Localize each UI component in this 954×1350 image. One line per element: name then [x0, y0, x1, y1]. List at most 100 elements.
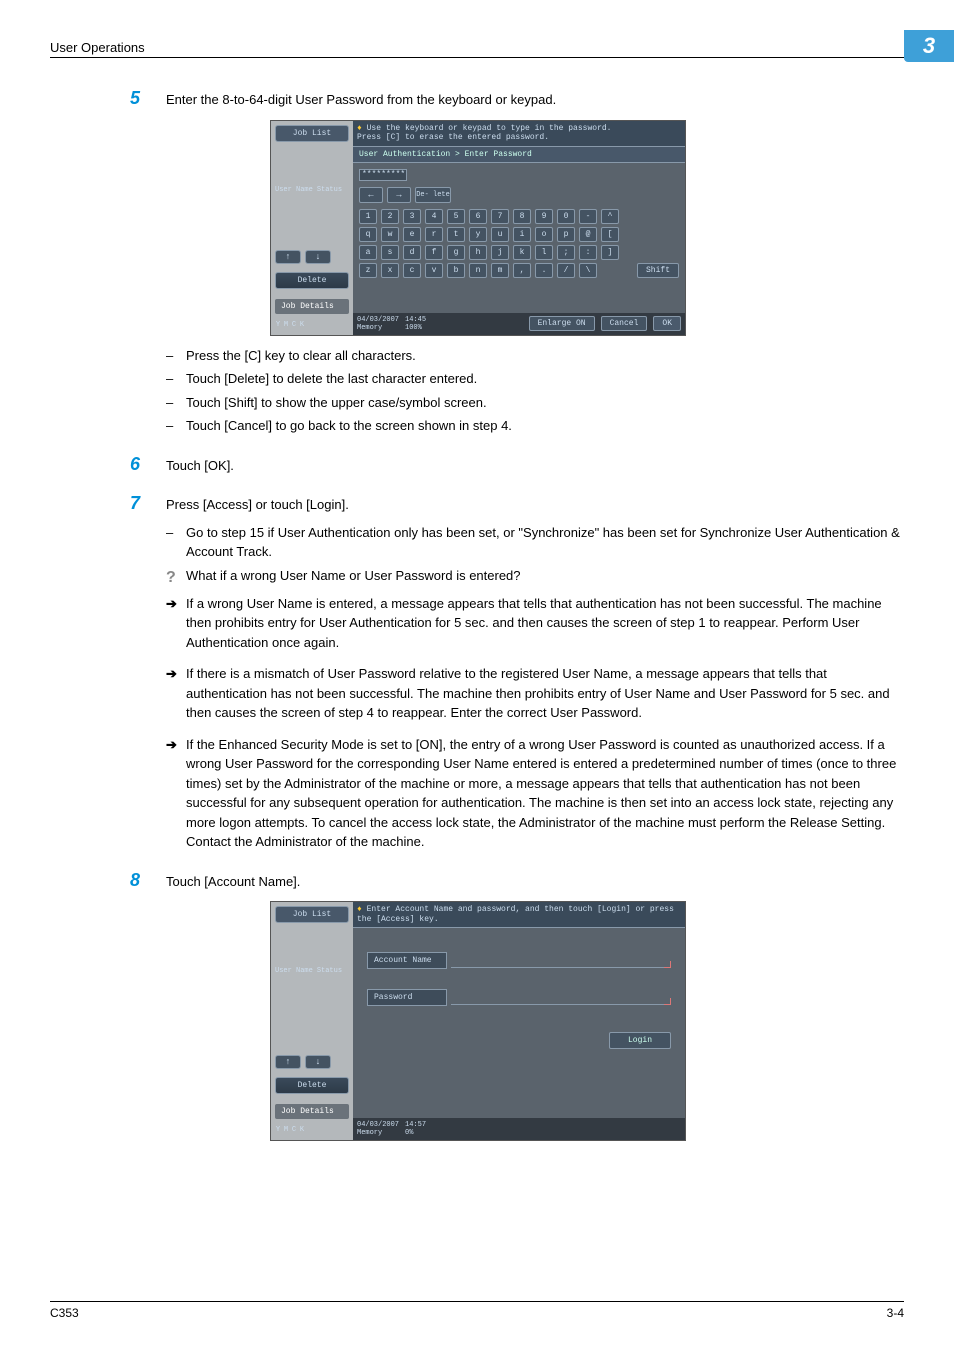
cursor-left-button[interactable]: ← [359, 187, 383, 203]
step-text: Touch [OK]. [166, 456, 234, 476]
key[interactable]: \ [579, 263, 597, 278]
shift-button[interactable]: Shift [637, 263, 679, 278]
key[interactable]: f [425, 245, 443, 260]
key[interactable]: r [425, 227, 443, 242]
key[interactable]: 3 [403, 209, 421, 224]
key[interactable]: k [513, 245, 531, 260]
key[interactable]: e [403, 227, 421, 242]
key[interactable]: q [359, 227, 377, 242]
key[interactable]: v [425, 263, 443, 278]
footer-memory-label: Memory [357, 1129, 399, 1137]
keyboard-row-4: z x c v b n m , . / \ Shift [359, 263, 679, 278]
sub-text: If there is a mismatch of User Password … [186, 664, 904, 723]
key[interactable]: [ [601, 227, 619, 242]
key[interactable]: , [513, 263, 531, 278]
footer-memory-value: 100% [405, 324, 426, 332]
key[interactable]: p [557, 227, 575, 242]
step-number: 5 [130, 88, 166, 109]
key[interactable]: t [447, 227, 465, 242]
arrow-icon: ➔ [166, 664, 186, 684]
job-list-button[interactable]: Job List [275, 906, 349, 923]
key[interactable]: d [403, 245, 421, 260]
info-line2: Press [C] to erase the entered password. [357, 133, 549, 142]
key[interactable]: 8 [513, 209, 531, 224]
toner-m-icon: M [283, 1125, 289, 1136]
job-details-tab[interactable]: Job Details [275, 1104, 349, 1119]
account-name-value [451, 954, 671, 968]
password-input[interactable]: ********* [359, 169, 407, 181]
screen-footer: 04/03/2007 Memory 14:57 0% [353, 1118, 685, 1140]
kb-delete-button[interactable]: De- lete [415, 187, 451, 203]
step-7: 7 Press [Access] or touch [Login]. [130, 493, 904, 515]
scroll-down-button[interactable]: ↓ [305, 1055, 331, 1069]
sub-text: Go to step 15 if User Authentication onl… [186, 523, 904, 562]
bulb-icon: ♦ [357, 905, 362, 914]
key[interactable]: g [447, 245, 465, 260]
key[interactable]: 9 [535, 209, 553, 224]
footer-date: 04/03/2007 [357, 1121, 399, 1129]
info-banner: ♦ Use the keyboard or keypad to type in … [353, 121, 685, 147]
key[interactable]: z [359, 263, 377, 278]
footer-model: C353 [50, 1306, 79, 1320]
toner-k-icon: K [299, 1125, 305, 1136]
key[interactable]: c [403, 263, 421, 278]
key[interactable]: ; [557, 245, 575, 260]
arrow-icon: ➔ [166, 594, 186, 614]
scroll-up-button[interactable]: ↑ [275, 1055, 301, 1069]
key[interactable]: 6 [469, 209, 487, 224]
delete-button[interactable]: Delete [275, 272, 349, 289]
key[interactable]: a [359, 245, 377, 260]
password-button[interactable]: Password [367, 989, 447, 1006]
key[interactable]: - [579, 209, 597, 224]
step-8: 8 Touch [Account Name]. [130, 870, 904, 892]
key[interactable]: o [535, 227, 553, 242]
toner-m-icon: M [283, 320, 289, 331]
keyboard-row-2: q w e r t y u i o p @ [ [359, 227, 679, 242]
key[interactable]: i [513, 227, 531, 242]
toner-y-icon: Y [275, 1125, 281, 1136]
scroll-down-button[interactable]: ↓ [305, 250, 331, 264]
delete-button[interactable]: Delete [275, 1077, 349, 1094]
arrow-icon: ➔ [166, 735, 186, 755]
key[interactable]: s [381, 245, 399, 260]
key[interactable]: j [491, 245, 509, 260]
key[interactable]: w [381, 227, 399, 242]
key[interactable]: ] [601, 245, 619, 260]
key[interactable]: @ [579, 227, 597, 242]
key[interactable]: 2 [381, 209, 399, 224]
login-button[interactable]: Login [609, 1032, 671, 1049]
key[interactable]: 1 [359, 209, 377, 224]
sub-text: If the Enhanced Security Mode is set to … [186, 735, 904, 852]
key[interactable]: 7 [491, 209, 509, 224]
key[interactable]: h [469, 245, 487, 260]
key[interactable]: 4 [425, 209, 443, 224]
toner-c-icon: C [291, 1125, 297, 1136]
key[interactable]: n [469, 263, 487, 278]
toner-levels: Y M C K [271, 1121, 353, 1140]
cancel-button[interactable]: Cancel [601, 316, 648, 331]
key[interactable]: x [381, 263, 399, 278]
key[interactable]: / [557, 263, 575, 278]
job-details-tab[interactable]: Job Details [275, 299, 349, 314]
key[interactable]: ^ [601, 209, 619, 224]
key[interactable]: y [469, 227, 487, 242]
key[interactable]: 0 [557, 209, 575, 224]
key[interactable]: . [535, 263, 553, 278]
key[interactable]: b [447, 263, 465, 278]
scroll-up-button[interactable]: ↑ [275, 250, 301, 264]
info-line1: Enter Account Name and password, and the… [357, 905, 674, 924]
step-text: Press [Access] or touch [Login]. [166, 495, 349, 515]
key[interactable]: l [535, 245, 553, 260]
key[interactable]: m [491, 263, 509, 278]
footer-memory-label: Memory [357, 324, 399, 332]
key[interactable]: 5 [447, 209, 465, 224]
dash-icon: – [166, 393, 186, 413]
key[interactable]: : [579, 245, 597, 260]
sub-text: Touch [Shift] to show the upper case/sym… [186, 393, 487, 413]
enlarge-button[interactable]: Enlarge ON [529, 316, 595, 331]
job-list-button[interactable]: Job List [275, 125, 349, 142]
account-name-button[interactable]: Account Name [367, 952, 447, 969]
cursor-right-button[interactable]: → [387, 187, 411, 203]
ok-button[interactable]: OK [653, 316, 681, 331]
key[interactable]: u [491, 227, 509, 242]
